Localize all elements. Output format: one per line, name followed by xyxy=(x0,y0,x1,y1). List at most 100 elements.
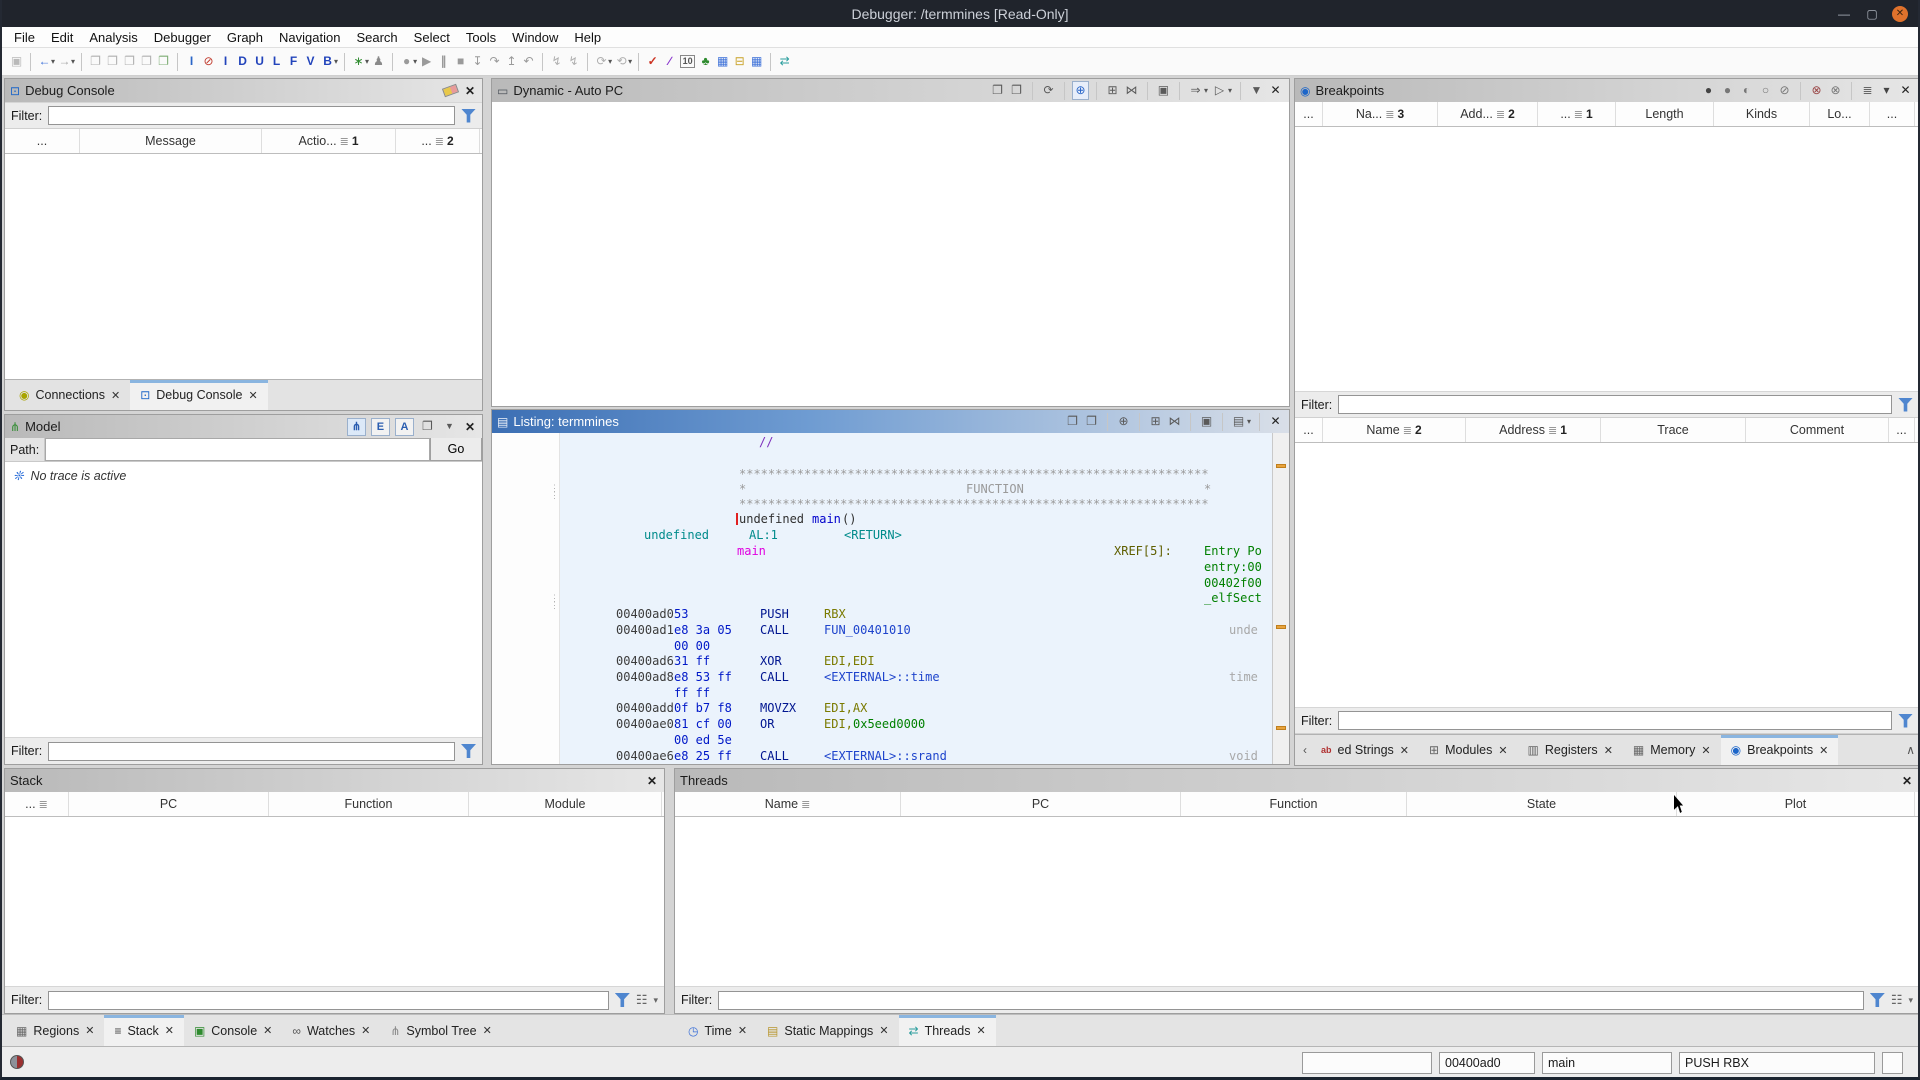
listing-code-area[interactable]: //**************************************… xyxy=(560,433,1272,764)
listing-run[interactable]: 81 cf 00 xyxy=(674,717,732,731)
cursor-location-icon[interactable]: ⊕ xyxy=(1115,413,1132,430)
listing-run[interactable]: ****************************************… xyxy=(739,497,1209,511)
panel-menu-icon[interactable]: ▼ xyxy=(1248,82,1265,99)
export-table-icon[interactable]: ⊞ xyxy=(1104,82,1121,99)
listing-run[interactable]: <EXTERNAL>::srand xyxy=(824,749,947,763)
listing-run[interactable]: OR xyxy=(760,717,774,731)
cursor-home-icon[interactable]: Ι xyxy=(183,53,200,70)
merge-views-icon[interactable]: ⋈ xyxy=(1123,82,1140,99)
column-header-Lo[interactable]: Lo... xyxy=(1810,102,1870,126)
drag-handle-dots-icon[interactable]: ⋮ ⋮ xyxy=(550,484,559,500)
close-icon[interactable]: ✕ xyxy=(463,84,477,98)
disassemble-icon[interactable]: I xyxy=(217,53,234,70)
enable-all-breakpoints-icon[interactable]: ● xyxy=(1700,82,1717,99)
panel-menu-icon[interactable]: ▾ xyxy=(1878,82,1895,99)
listing-run[interactable]: 00 00 xyxy=(674,639,710,653)
undefine-icon[interactable]: U xyxy=(251,53,268,70)
listing-run[interactable]: 31 ff xyxy=(674,654,710,668)
no-breakpoints-icon[interactable]: ⊘ xyxy=(1776,82,1793,99)
column-header-Na[interactable]: Na... ≣ 3 xyxy=(1323,102,1438,126)
base-ten-icon[interactable]: 10 xyxy=(680,55,696,68)
tab-stack[interactable]: ≡ Stack ✕ xyxy=(104,1015,184,1046)
clone-icon[interactable]: ❐ xyxy=(419,418,436,435)
column-header-0[interactable]: ... xyxy=(5,129,80,153)
paste-icon[interactable]: ❐ xyxy=(1008,82,1025,99)
listing-run[interactable]: MOVZX xyxy=(760,701,796,715)
step-out-icon[interactable]: ↥ xyxy=(503,53,520,70)
tab-debug-console[interactable]: ⊡ Debug Console ✕ xyxy=(130,380,268,410)
listing-run[interactable]: CALL xyxy=(760,670,789,684)
column-header-Address[interactable]: Address ≣ 1 xyxy=(1466,418,1601,442)
listing-run[interactable]: 00400ae0 xyxy=(616,717,674,731)
emulate-on-icon[interactable]: ↯ xyxy=(548,53,565,70)
listing-run[interactable]: main xyxy=(812,512,841,526)
filter-funnel-icon[interactable] xyxy=(1898,713,1913,728)
copy-icon[interactable]: ❐ xyxy=(87,53,104,70)
breakpoints-filter-input[interactable] xyxy=(1338,395,1892,414)
listing-run[interactable]: 0f b7 f8 xyxy=(674,701,732,715)
paste-icon-3[interactable]: ❐ xyxy=(138,53,155,70)
navigate-forward-icon-dropdown[interactable]: ▾ xyxy=(71,57,75,66)
menu-navigation[interactable]: Navigation xyxy=(271,30,348,45)
tab-breakpoints[interactable]: ◉ Breakpoints ✕ xyxy=(1720,735,1839,765)
step-into-icon[interactable]: ↧ xyxy=(469,53,486,70)
column-header-PC[interactable]: PC xyxy=(901,792,1181,816)
listing-run[interactable]: XOR xyxy=(760,654,782,668)
locations-filter-input[interactable] xyxy=(1338,711,1892,730)
column-header-0[interactable]: ... xyxy=(1295,102,1323,126)
swap-console-icon[interactable]: ⇄ xyxy=(776,53,793,70)
column-header-0[interactable]: ... xyxy=(1295,418,1323,442)
tab-registers[interactable]: ▥ Registers ✕ xyxy=(1518,735,1623,765)
column-header-Add[interactable]: Add... ≣ 2 xyxy=(1438,102,1538,126)
go-button[interactable]: Go xyxy=(430,438,482,461)
column-header-PC[interactable]: PC xyxy=(69,792,269,816)
clear-breakpoint-icon[interactable]: ⊗ xyxy=(1808,82,1825,99)
measure-icon[interactable]: ∕ xyxy=(661,53,678,70)
close-icon[interactable]: ✕ xyxy=(645,774,659,788)
tab-symbol-tree[interactable]: ⋔ Symbol Tree ✕ xyxy=(380,1015,501,1046)
goto-icon-dropdown[interactable]: ▾ xyxy=(1204,86,1208,95)
close-button[interactable]: ✕ xyxy=(1892,5,1908,22)
menu-debugger[interactable]: Debugger xyxy=(146,30,219,45)
tab-scroll-left-icon[interactable]: ‹ xyxy=(1299,743,1311,757)
drag-handle-dots-icon[interactable]: ⋮ ⋮ xyxy=(550,594,559,610)
clear-code-icon[interactable]: ⊘ xyxy=(200,53,217,70)
menu-window[interactable]: Window xyxy=(504,30,566,45)
tab-close-icon[interactable]: ✕ xyxy=(1819,744,1828,757)
table-view-icon[interactable]: ▦ xyxy=(714,53,731,70)
filter-funnel-icon[interactable] xyxy=(1869,993,1885,1007)
close-icon[interactable]: ✕ xyxy=(1897,82,1914,99)
filter-options-dropdown-icon[interactable]: ▾ xyxy=(653,995,658,1006)
listing-run[interactable]: undefined xyxy=(644,528,709,542)
listing-run[interactable]: FUNCTION xyxy=(966,482,1024,496)
refresh-memory-icon-dropdown[interactable]: ▾ xyxy=(608,57,612,66)
resume-icon[interactable]: ▶ xyxy=(418,53,435,70)
patch-instruction-icon-dropdown[interactable]: ▾ xyxy=(365,57,369,66)
paste-special-icon[interactable]: ❐ xyxy=(155,53,172,70)
filter-funnel-icon[interactable] xyxy=(461,108,476,123)
model-filter-input[interactable] xyxy=(48,741,455,761)
maximize-button[interactable]: ▢ xyxy=(1864,7,1880,21)
listing-run[interactable]: 00400ae6 xyxy=(616,749,674,763)
close-icon[interactable]: ✕ xyxy=(1267,413,1284,430)
tab-close-icon[interactable]: ✕ xyxy=(111,389,120,402)
table-columns-icon[interactable]: ☷ xyxy=(636,992,648,1008)
data-byte-icon[interactable]: D xyxy=(234,53,251,70)
listing-run[interactable]: XREF[5]: xyxy=(1114,544,1172,558)
listing-run[interactable]: EDI,AX xyxy=(824,701,867,715)
export-table-icon[interactable]: ⊞ xyxy=(1147,413,1164,430)
copy-icon[interactable]: ❐ xyxy=(1064,413,1081,430)
listing-run[interactable]: _elfSect xyxy=(1204,591,1262,605)
model-path-input[interactable] xyxy=(45,438,430,461)
function-icon[interactable]: F xyxy=(285,53,302,70)
listing-run[interactable]: 0x5eed0000 xyxy=(853,717,925,731)
listing-run[interactable]: AL:1 xyxy=(749,528,778,542)
column-header-Comment[interactable]: Comment xyxy=(1746,418,1889,442)
tab-close-icon[interactable]: ✕ xyxy=(361,1024,370,1037)
track-selection-icon[interactable]: ▷ xyxy=(1211,82,1228,99)
column-header-State[interactable]: State xyxy=(1407,792,1677,816)
tab-defined-strings[interactable]: ab ed Strings ✕ xyxy=(1311,735,1419,765)
listing-run[interactable]: EDI, xyxy=(824,717,853,731)
column-header-Trace[interactable]: Trace xyxy=(1601,418,1746,442)
tab-close-icon[interactable]: ✕ xyxy=(1701,744,1710,757)
